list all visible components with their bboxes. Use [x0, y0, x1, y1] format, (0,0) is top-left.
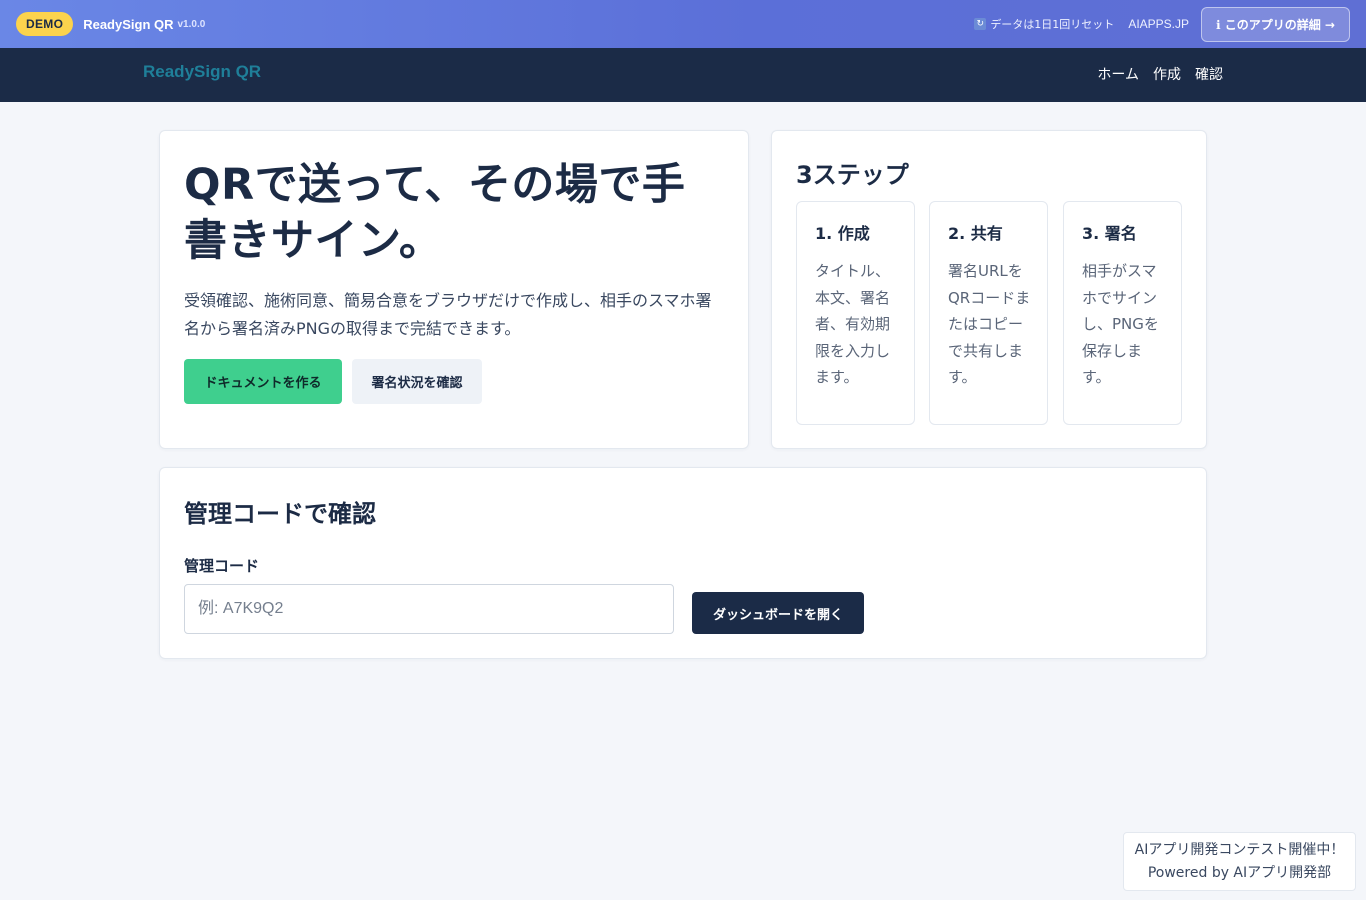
reset-note-text: データは1日1回リセット: [990, 18, 1115, 31]
check-status-button[interactable]: 署名状況を確認: [352, 359, 482, 404]
brand-logo[interactable]: ReadySign QR: [143, 62, 261, 82]
step-create: 1. 作成 タイトル、本文、署名者、有効期限を入力します。: [796, 201, 915, 425]
step-share: 2. 共有 署名URLをQRコードまたはコピーで共有します。: [929, 201, 1048, 425]
hero-card: QRで送って、その場で手書きサイン。 受領確認、施術同意、簡易合意をブラウザだけ…: [159, 130, 749, 449]
nav-link-create[interactable]: 作成: [1153, 64, 1181, 84]
demo-badge: DEMO: [16, 12, 74, 36]
open-dashboard-button[interactable]: ダッシュボードを開く: [692, 592, 864, 634]
management-code-input[interactable]: [184, 584, 674, 634]
aiapps-link[interactable]: AIAPPS.JP: [1128, 17, 1189, 31]
step-text: 署名URLをQRコードまたはコピーで共有します。: [948, 262, 1031, 386]
demo-app-version: v1.0.0: [177, 18, 206, 30]
contest-promo-box[interactable]: AIアプリ開発コンテスト開催中！ Powered by AIアプリ開発部: [1123, 832, 1356, 891]
reset-note: ↻ データは1日1回リセット: [974, 16, 1114, 32]
steps-card: 3ステップ 1. 作成 タイトル、本文、署名者、有効期限を入力します。 2. 共…: [771, 130, 1207, 449]
site-navbar: ReadySign QR ホーム 作成 確認: [0, 48, 1366, 102]
hero-description: 受領確認、施術同意、簡易合意をブラウザだけで作成し、相手のスマホ署名から署名済み…: [184, 291, 712, 338]
app-details-button[interactable]: ℹ このアプリの詳細 →: [1201, 6, 1350, 42]
step-title: 1. 作成: [815, 224, 870, 243]
demo-banner: DEMO ReadySign QR v1.0.0 ↻ データは1日1回リセット …: [0, 0, 1366, 48]
step-title: 3. 署名: [1082, 224, 1137, 243]
contest-promo-line: AIアプリ開発コンテスト開催中！: [1134, 842, 1345, 858]
steps-title: 3ステップ: [796, 161, 909, 189]
hero-title: QRで送って、その場で手書きサイン。: [184, 160, 686, 266]
nav-link-home[interactable]: ホーム: [1097, 64, 1139, 84]
step-text: 相手がスマホでサインし、PNGを保存します。: [1082, 262, 1159, 386]
step-text: タイトル、本文、署名者、有効期限を入力します。: [815, 262, 891, 386]
management-code-label: 管理コード: [184, 557, 260, 575]
step-title: 2. 共有: [948, 224, 1003, 243]
create-document-button[interactable]: ドキュメントを作る: [184, 359, 342, 404]
nav-links: ホーム 作成 確認: [1097, 64, 1223, 84]
powered-by-line: Powered by AIアプリ開発部: [1147, 865, 1332, 881]
demo-banner-right: ↻ データは1日1回リセット AIAPPS.JP ℹ このアプリの詳細 →: [974, 6, 1350, 42]
lookup-title: 管理コードで確認: [184, 500, 376, 528]
code-lookup-card: 管理コードで確認 管理コード ダッシュボードを開く: [159, 467, 1207, 659]
nav-link-verify[interactable]: 確認: [1195, 64, 1223, 84]
refresh-icon: ↻: [974, 18, 987, 30]
demo-app-name: ReadySign QR: [83, 16, 174, 32]
step-sign: 3. 署名 相手がスマホでサインし、PNGを保存します。: [1063, 201, 1182, 425]
